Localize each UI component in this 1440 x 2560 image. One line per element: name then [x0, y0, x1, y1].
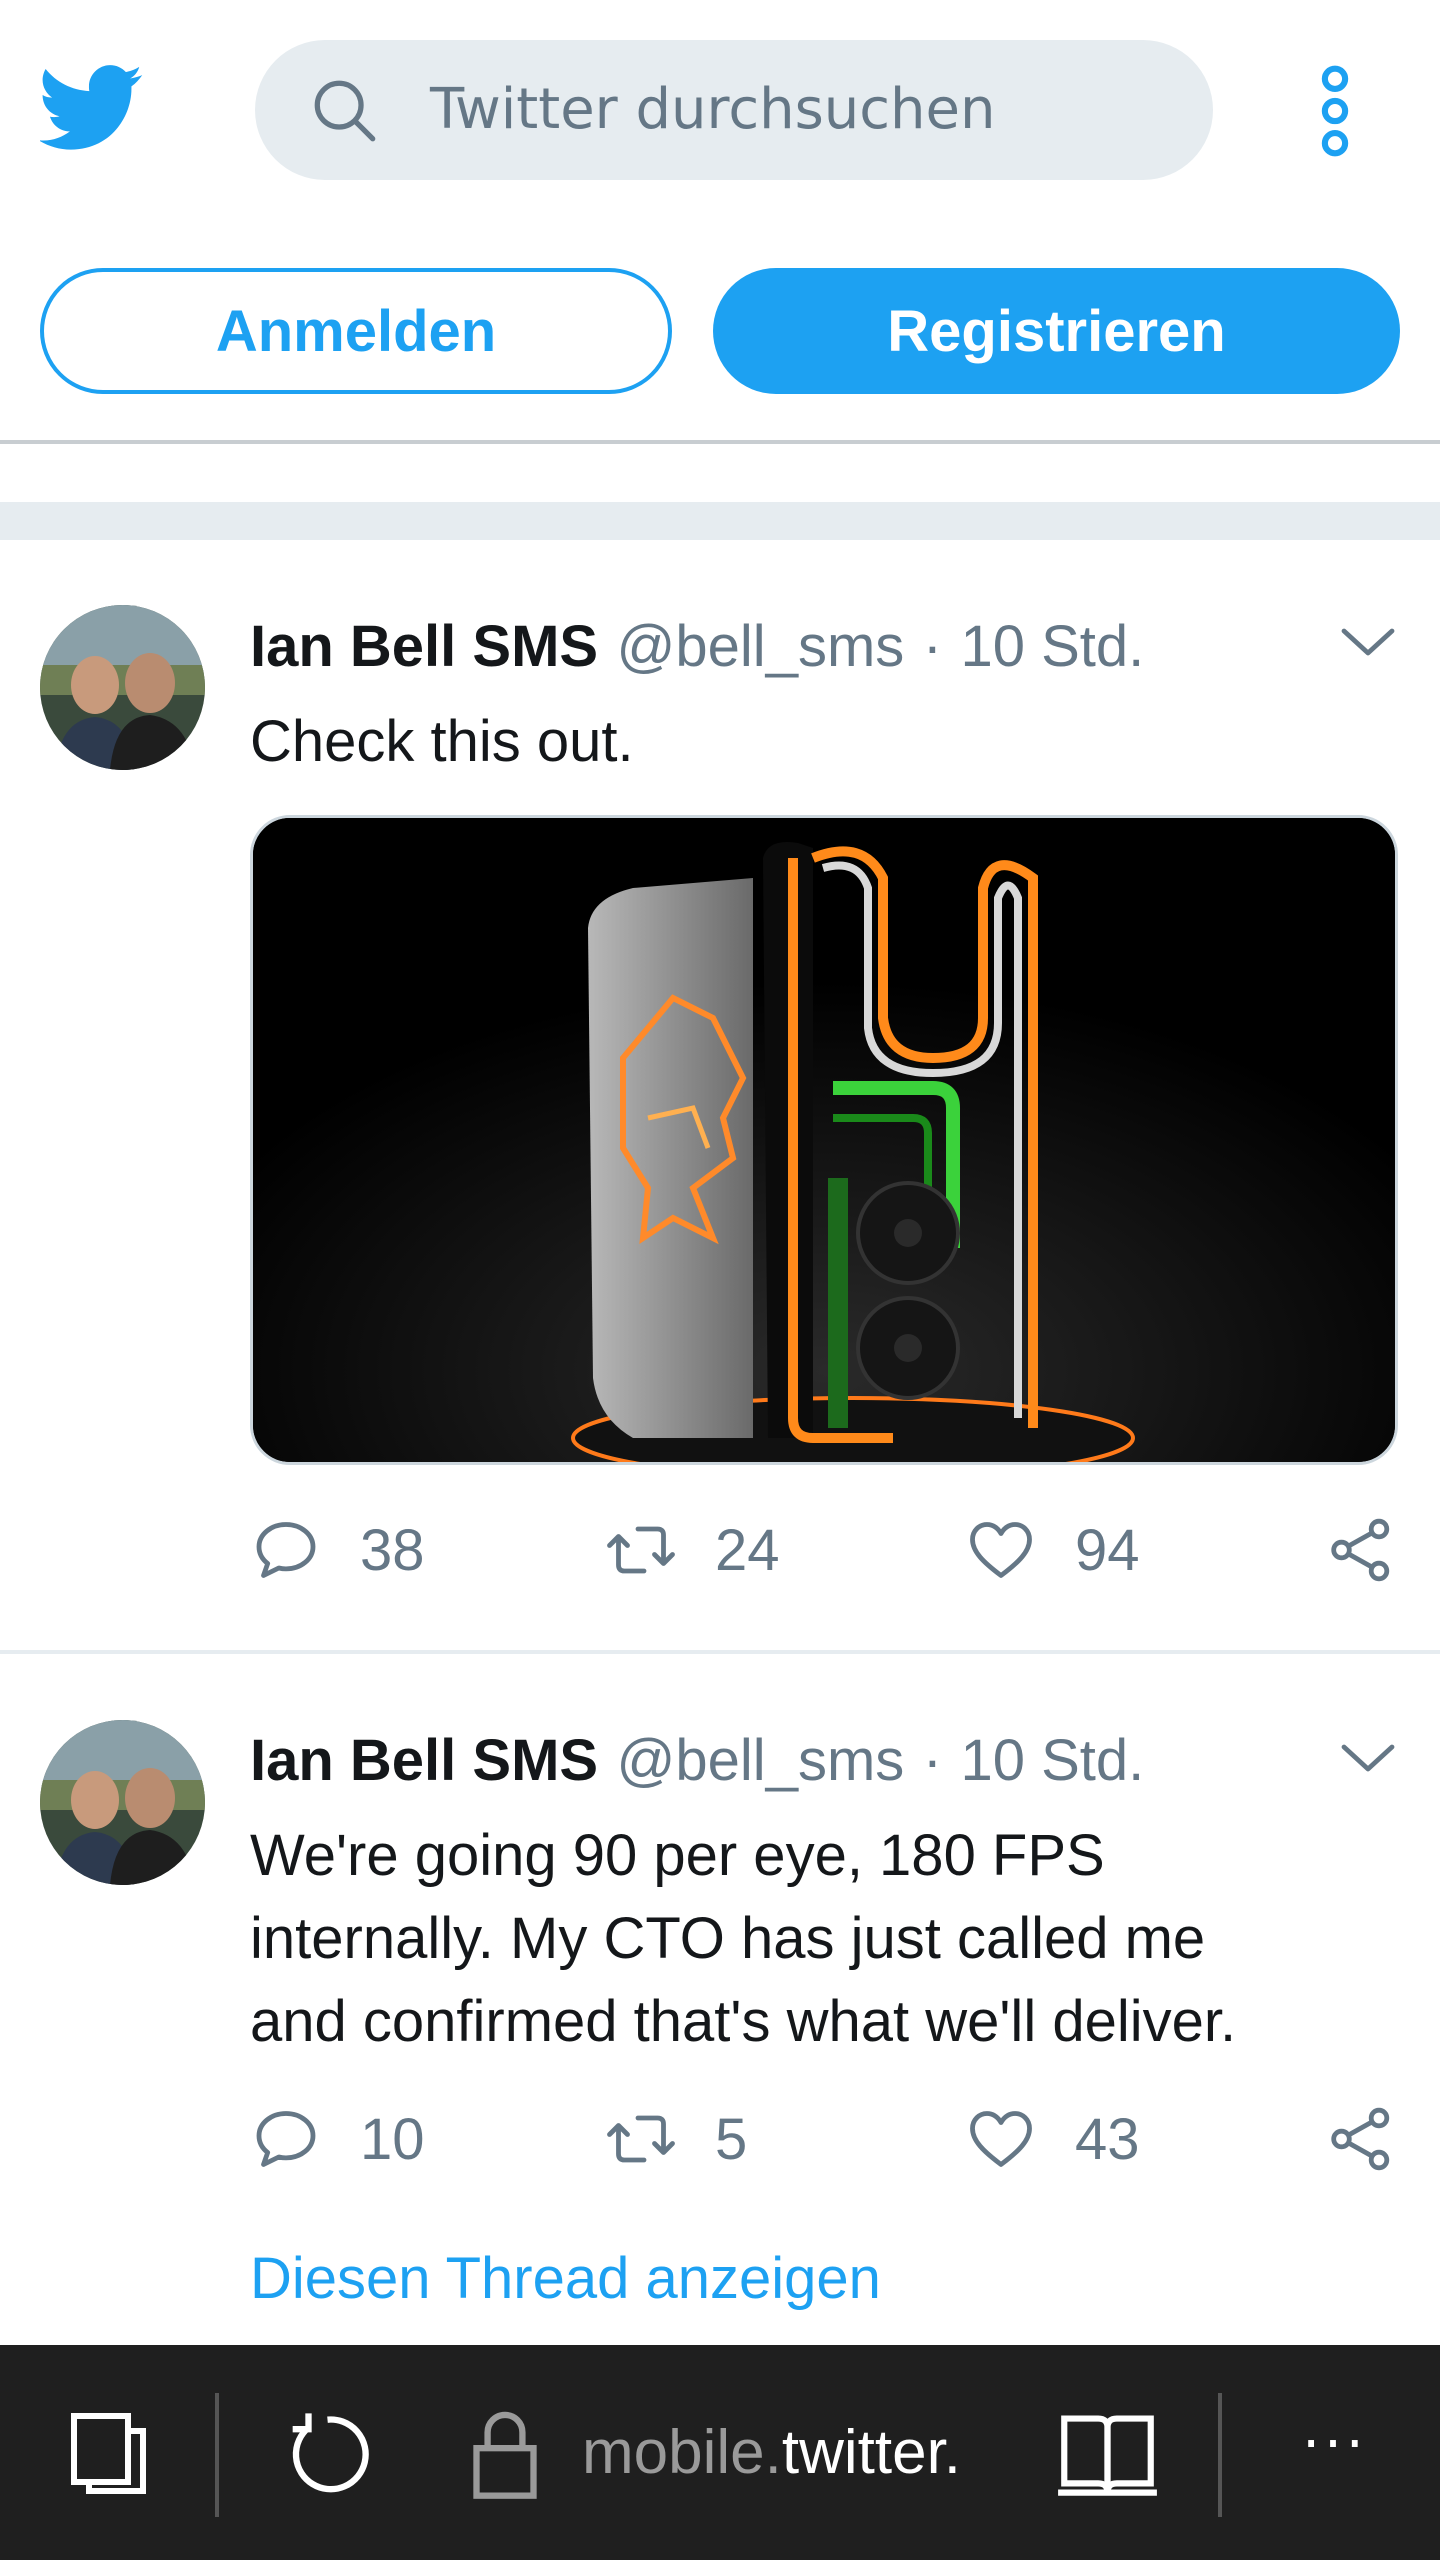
like-count: 94: [1075, 1517, 1140, 1583]
like-count: 43: [1075, 2106, 1140, 2172]
share-action[interactable]: [1325, 2099, 1397, 2179]
share-icon[interactable]: [1325, 1514, 1397, 1586]
reply-icon[interactable]: [250, 1514, 322, 1586]
retweet-action[interactable]: 24: [605, 1510, 780, 1590]
tweet-time[interactable]: 10 Std.: [960, 614, 1144, 679]
tweet-text: We're going 90 per eye, 180 FPS internal…: [250, 1814, 1400, 2063]
more-horizontal-icon[interactable]: ···: [1285, 2395, 1385, 2495]
reading-view-icon[interactable]: [1055, 2405, 1160, 2500]
retweet-action[interactable]: 5: [605, 2099, 747, 2179]
retweet-icon[interactable]: [605, 1514, 677, 1586]
heart-icon[interactable]: [965, 2103, 1037, 2175]
reply-count: 38: [360, 1517, 425, 1583]
author-handle[interactable]: @bell_sms: [617, 614, 905, 679]
avatar[interactable]: [40, 605, 205, 770]
tweet-media[interactable]: [250, 815, 1398, 1465]
tweet-header: Ian Bell SMS @bell_sms · 10 Std.: [250, 612, 1144, 680]
tweet-text-line: We're going 90 per eye, 180 FPS: [250, 1823, 1105, 1888]
meta-separator: ·: [922, 1728, 943, 1793]
toolbar-divider: [215, 2393, 219, 2517]
browser-toolbar: mobile.twitter. ···: [0, 2345, 1440, 2560]
retweet-count: 24: [715, 1517, 780, 1583]
like-action[interactable]: 43: [965, 2099, 1140, 2179]
tweet-text: Check this out.: [250, 709, 634, 774]
tweet-header: Ian Bell SMS @bell_sms · 10 Std.: [250, 1726, 1144, 1794]
reply-icon[interactable]: [250, 2103, 322, 2175]
tweet-actions: 10 5 43: [250, 2099, 1400, 2179]
heart-icon[interactable]: [965, 1514, 1037, 1586]
reply-count: 10: [360, 2106, 425, 2172]
author-name[interactable]: Ian Bell SMS: [250, 614, 598, 679]
author-name[interactable]: Ian Bell SMS: [250, 1728, 598, 1793]
tweet-time[interactable]: 10 Std.: [960, 1728, 1144, 1793]
tweet-actions: 38 24 94: [250, 1510, 1400, 1590]
reply-action[interactable]: 38: [250, 1510, 425, 1590]
lock-icon: [473, 2411, 537, 2499]
tweet-card[interactable]: Ian Bell SMS @bell_sms · 10 Std. We're g…: [0, 1654, 1440, 2344]
share-action[interactable]: [1325, 1510, 1397, 1590]
author-handle[interactable]: @bell_sms: [617, 1728, 905, 1793]
like-action[interactable]: 94: [965, 1510, 1140, 1590]
tweet-text-line: internally. My CTO has just called me: [250, 1906, 1206, 1971]
meta-separator: ·: [922, 614, 943, 679]
tweet-text-line: and confirmed that's what we'll deliver.: [250, 1989, 1237, 2054]
address-bar[interactable]: mobile.twitter.: [582, 2345, 961, 2560]
chevron-down-icon[interactable]: [1340, 626, 1396, 660]
show-thread-link[interactable]: Diesen Thread anzeigen: [250, 2245, 881, 2312]
retweet-count: 5: [715, 2106, 748, 2172]
share-icon[interactable]: [1325, 2103, 1397, 2175]
reply-action[interactable]: 10: [250, 2099, 425, 2179]
retweet-icon[interactable]: [605, 2103, 677, 2175]
avatar[interactable]: [40, 1720, 205, 1885]
toolbar-divider: [1218, 2393, 1222, 2517]
pc-case-image: [253, 818, 1395, 1462]
url-prefix: mobile.: [582, 2418, 782, 2487]
chevron-down-icon[interactable]: [1340, 1742, 1396, 1776]
refresh-icon[interactable]: [280, 2407, 375, 2502]
url-domain: twitter.: [781, 2418, 962, 2487]
tweet-card[interactable]: Ian Bell SMS @bell_sms · 10 Std. Check t…: [0, 0, 1440, 1650]
tabs-icon[interactable]: [65, 2407, 155, 2497]
